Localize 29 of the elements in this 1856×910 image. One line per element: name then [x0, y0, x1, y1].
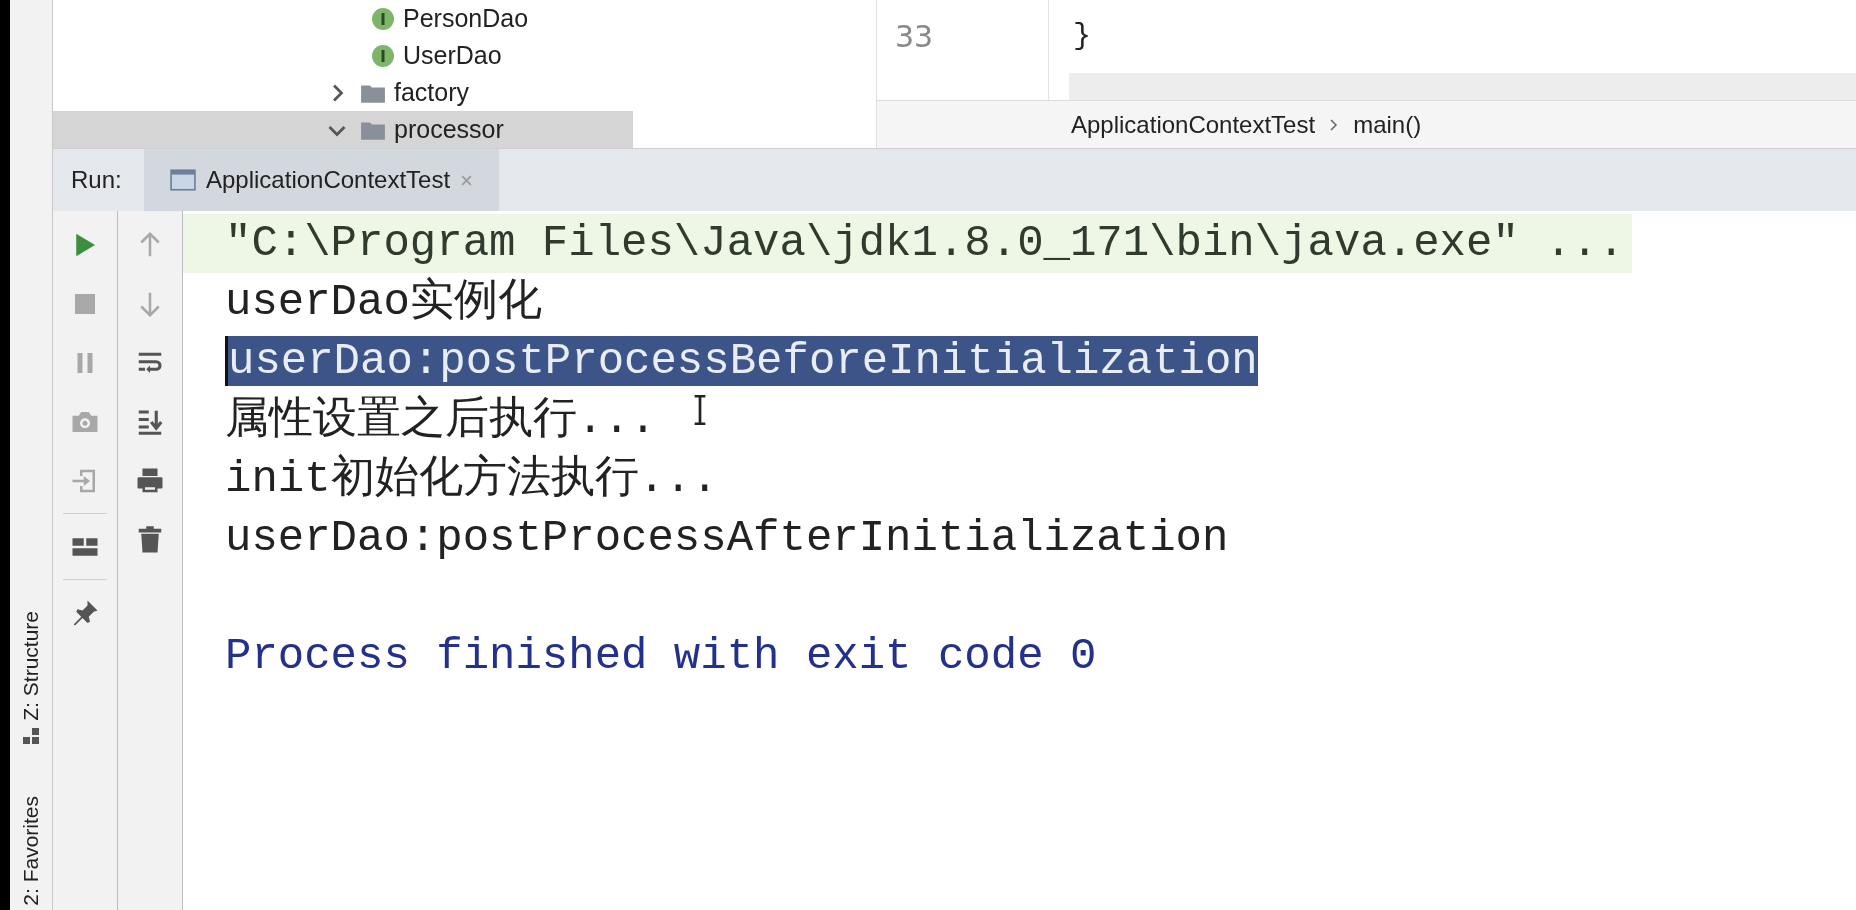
line-number: 33 — [877, 0, 1049, 73]
interface-icon — [371, 43, 395, 68]
tree-label: factory — [394, 76, 470, 108]
tree-label: processor — [394, 113, 504, 145]
run-label: Run: — [70, 165, 123, 195]
console-line: userDao实例化 — [225, 277, 542, 327]
tree-label: UserDao — [403, 39, 502, 71]
structure-icon — [21, 726, 41, 747]
tool-window-tab[interactable]: 2: Favorites — [15, 796, 47, 906]
console-line: userDao:postProcessAfterInitialization — [225, 513, 1229, 563]
chevron-icon — [1329, 117, 1340, 132]
text-cursor-icon — [693, 395, 707, 425]
breadcrumb[interactable]: main() — [1353, 106, 1422, 143]
tree-row[interactable]: PersonDao — [53, 0, 633, 37]
tree-label: PersonDao — [403, 2, 529, 34]
tree-row[interactable]: processor — [53, 111, 633, 148]
tab-label: ApplicationContextTest — [206, 165, 451, 195]
breadcrumb[interactable]: ApplicationContextTest — [1071, 106, 1316, 143]
console-line: "C:\Program Files\Java\jdk1.8.0_171\bin\java.exe" ... — [225, 218, 1625, 268]
interface-icon — [371, 6, 395, 31]
run-tab[interactable]: ApplicationContextTest — [144, 149, 500, 211]
tree-row[interactable]: factory — [53, 74, 633, 111]
console-line: 属性设置之后执行... — [225, 395, 657, 445]
tool-window-tab[interactable]: Z: Structure — [15, 610, 47, 721]
console-line: init初始化方法执行... — [225, 454, 718, 504]
tree-row[interactable]: UserDao — [53, 37, 633, 74]
code-line: } — [1072, 18, 1091, 55]
console-line: Process finished with exit code 0 — [225, 631, 1097, 681]
window-icon — [170, 169, 196, 191]
